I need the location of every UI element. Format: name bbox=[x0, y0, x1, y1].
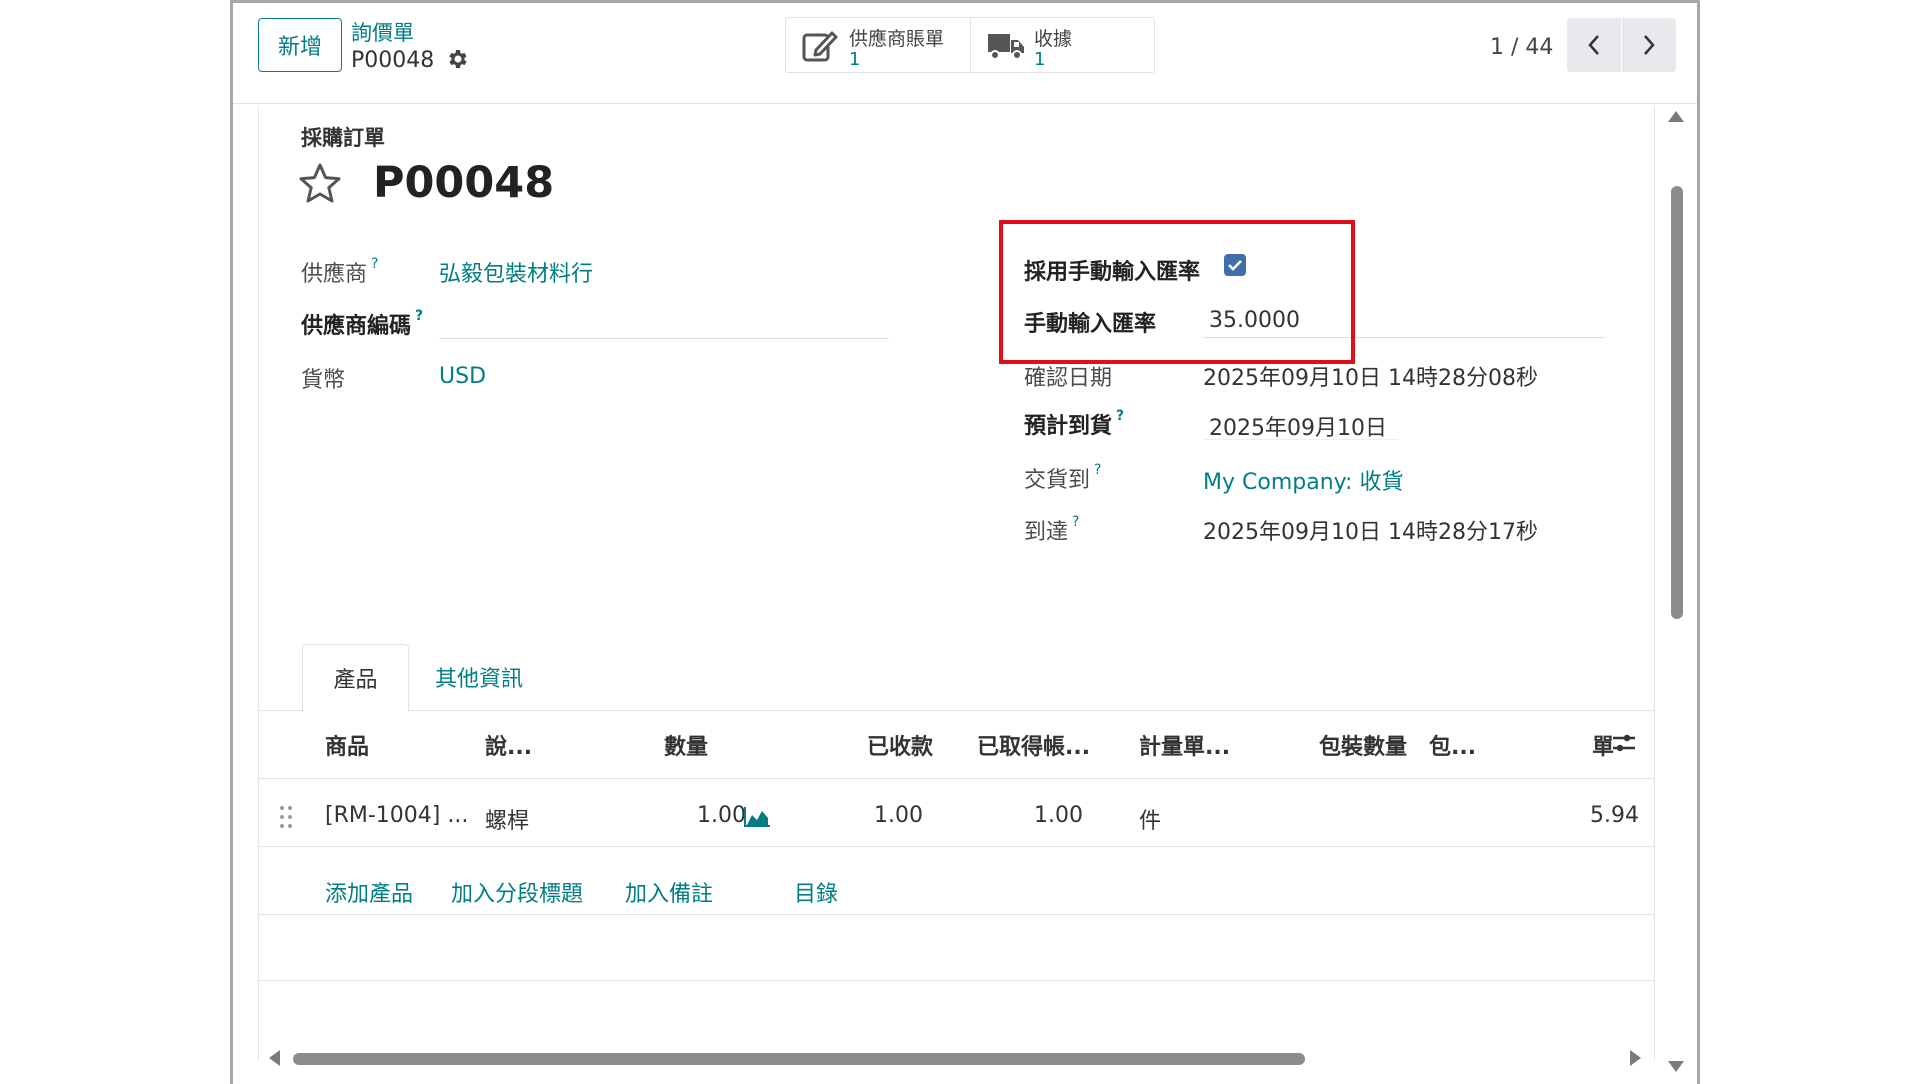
vertical-scrollbar[interactable] bbox=[1671, 186, 1683, 619]
actions-divider bbox=[259, 914, 1654, 915]
scroll-up-arrow[interactable] bbox=[1668, 111, 1684, 122]
column-settings-icon[interactable] bbox=[1611, 730, 1637, 756]
edit-document-icon bbox=[802, 31, 838, 62]
scroll-down-arrow[interactable] bbox=[1668, 1061, 1684, 1072]
form-window: 新增 詢價單 P00048 供應商賬單 1 收據 1 1 / 44 採購訂單 P… bbox=[230, 0, 1700, 1084]
help-icon[interactable]: ? bbox=[371, 256, 378, 272]
breadcrumb-parent-link[interactable]: 詢價單 bbox=[351, 17, 414, 47]
help-icon[interactable]: ? bbox=[415, 308, 423, 324]
column-header-product[interactable]: 商品 bbox=[325, 729, 369, 761]
receipts-button[interactable]: 收據 1 bbox=[970, 18, 1154, 72]
smart-buttons: 供應商賬單 1 收據 1 bbox=[785, 17, 1155, 73]
vendor-reference-input[interactable] bbox=[439, 308, 889, 339]
pager-counter[interactable]: 1 / 44 bbox=[1490, 35, 1553, 60]
arrival-label: 到達? bbox=[1024, 514, 1080, 545]
catalog-link[interactable]: 目錄 bbox=[794, 876, 838, 908]
control-panel: 新增 詢價單 P00048 供應商賬單 1 收據 1 1 / 44 bbox=[233, 3, 1697, 104]
receipts-count: 1 bbox=[1034, 49, 1046, 70]
column-header-packaging-qty[interactable]: 包裝數量 bbox=[1319, 729, 1407, 761]
add-section-link[interactable]: 加入分段標題 bbox=[451, 876, 583, 908]
help-icon[interactable]: ? bbox=[1094, 462, 1101, 478]
expected-arrival-input[interactable]: 2025年09月10日 bbox=[1203, 410, 1398, 441]
add-note-link[interactable]: 加入備註 bbox=[625, 876, 713, 908]
vendor-label: 供應商? bbox=[301, 256, 379, 287]
column-header-packaging[interactable]: 包... bbox=[1429, 729, 1476, 761]
gear-icon[interactable] bbox=[445, 47, 469, 71]
scroll-right-arrow[interactable] bbox=[1630, 1050, 1641, 1066]
cell-received[interactable]: 1.00 bbox=[819, 803, 923, 828]
column-header-uom[interactable]: 計量單... bbox=[1139, 729, 1230, 761]
scroll-left-arrow[interactable] bbox=[269, 1050, 280, 1066]
breadcrumb-current: P00048 bbox=[351, 48, 435, 73]
help-icon[interactable]: ? bbox=[1116, 408, 1124, 424]
vendor-field[interactable]: 弘毅包裝材料行 bbox=[439, 256, 593, 288]
truck-icon bbox=[988, 34, 1024, 60]
pager-next-button[interactable] bbox=[1622, 18, 1676, 72]
star-icon[interactable] bbox=[297, 162, 343, 206]
cell-billed[interactable]: 1.00 bbox=[949, 803, 1083, 828]
deliver-to-field[interactable]: My Company: 收貨 bbox=[1203, 464, 1403, 496]
confirmation-date-label: 確認日期 bbox=[1024, 366, 1113, 391]
currency-label: 貨幣 bbox=[301, 368, 346, 393]
tab-divider bbox=[259, 710, 1654, 711]
cell-uom[interactable]: 件 bbox=[1139, 803, 1161, 835]
cell-unit-price[interactable]: 5.94 bbox=[1549, 803, 1639, 828]
cell-product[interactable]: [RM-1004] ... bbox=[325, 803, 468, 828]
vendor-bills-label: 供應商賬單 bbox=[849, 28, 945, 50]
chevron-left-icon bbox=[1588, 35, 1599, 55]
record-title: P00048 bbox=[373, 158, 555, 208]
column-header-received[interactable]: 已收款 bbox=[867, 729, 933, 761]
currency-field[interactable]: USD bbox=[439, 364, 486, 389]
confirmation-date-value: 2025年09月10日 14時28分08秒 bbox=[1203, 366, 1538, 391]
row-divider bbox=[259, 846, 1654, 847]
column-header-description[interactable]: 說... bbox=[485, 729, 532, 761]
vendor-reference-label: 供應商編碼? bbox=[301, 308, 424, 339]
tab-products[interactable]: 產品 bbox=[302, 644, 409, 712]
drag-handle-icon[interactable] bbox=[279, 805, 293, 829]
forecast-chart-icon[interactable] bbox=[743, 806, 771, 828]
vendor-bills-button[interactable]: 供應商賬單 1 bbox=[786, 18, 970, 72]
column-header-quantity[interactable]: 數量 bbox=[664, 729, 708, 761]
new-button[interactable]: 新增 bbox=[258, 18, 342, 72]
chevron-right-icon bbox=[1644, 35, 1655, 55]
vendor-bills-count: 1 bbox=[849, 49, 861, 70]
tab-other-info[interactable]: 其他資訊 bbox=[419, 644, 539, 710]
help-icon[interactable]: ? bbox=[1072, 514, 1079, 530]
column-header-billed[interactable]: 已取得帳... bbox=[977, 729, 1090, 761]
expected-arrival-label: 預計到貨? bbox=[1024, 408, 1125, 439]
highlight-box bbox=[999, 220, 1355, 364]
receipts-label: 收據 bbox=[1034, 28, 1073, 50]
cell-quantity[interactable]: 1.00 bbox=[664, 803, 746, 828]
horizontal-scrollbar[interactable] bbox=[293, 1053, 1305, 1065]
form-sheet: 採購訂單 P00048 供應商? 弘毅包裝材料行 供應商編碼? 貨幣 USD 採… bbox=[258, 106, 1655, 1061]
cell-description[interactable]: 螺桿 bbox=[485, 803, 529, 835]
pager-previous-button[interactable] bbox=[1567, 18, 1621, 72]
add-product-link[interactable]: 添加產品 bbox=[325, 876, 413, 908]
deliver-to-label: 交貨到? bbox=[1024, 462, 1102, 493]
arrival-value: 2025年09月10日 14時28分17秒 bbox=[1203, 520, 1538, 545]
record-type-label: 採購訂單 bbox=[301, 126, 385, 150]
empty-row-divider bbox=[259, 980, 1654, 981]
header-divider bbox=[259, 778, 1654, 779]
